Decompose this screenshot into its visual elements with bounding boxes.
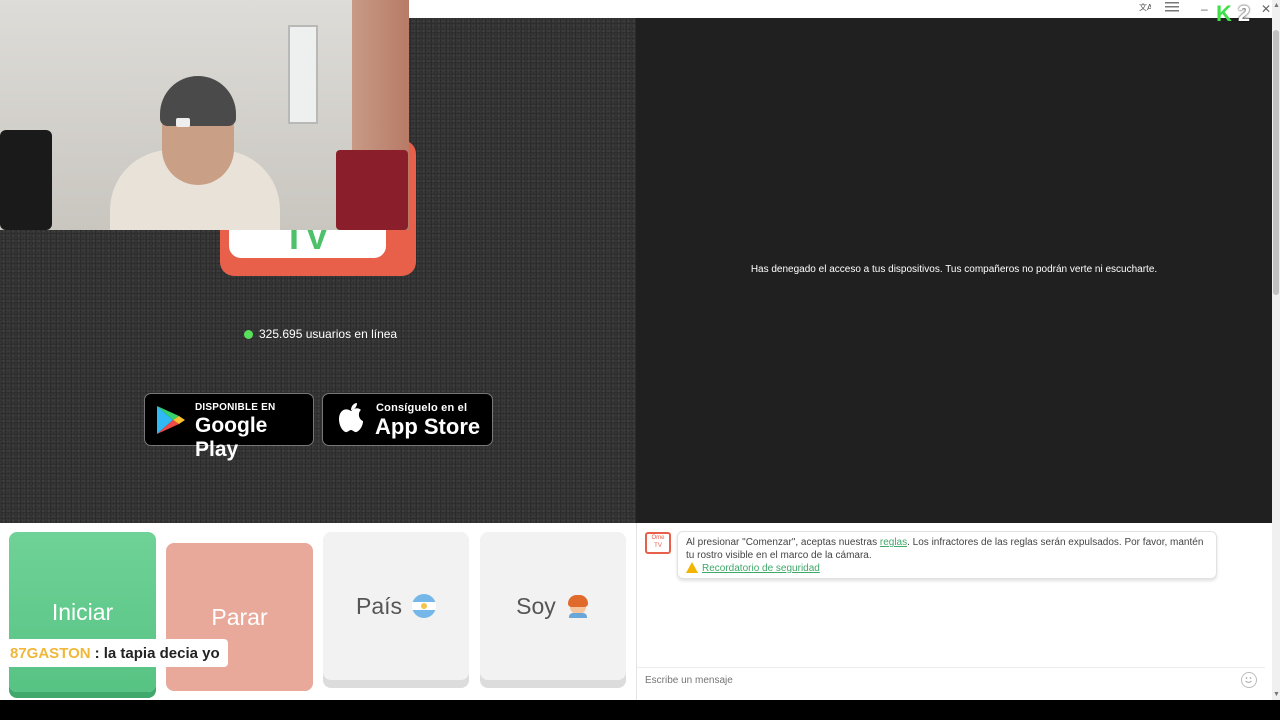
online-dot-icon (244, 329, 253, 339)
top-bar: 文A – ✕ (409, 0, 1272, 18)
country-button[interactable]: País (323, 532, 469, 680)
close-button[interactable]: ✕ (1261, 1, 1271, 17)
start-button[interactable]: Iniciar (9, 532, 156, 692)
app-window: 文A – ✕ TV 325.695 usuarios en línea DISP… (0, 0, 1272, 700)
google-play-badge[interactable]: DISPONIBLE EN Google Play (144, 393, 314, 461)
device-access-denied-message: Has denegado el acceso a tus dispositivo… (750, 264, 1158, 275)
chat-panel: Ome TV Al presionar "Comenzar", aceptas … (636, 523, 1272, 700)
cap-logo-icon (176, 118, 190, 127)
webcam-sofa (0, 130, 52, 230)
app-logo-leg (246, 262, 268, 276)
webcam-overlay (0, 0, 409, 230)
boy-avatar-icon (566, 594, 590, 618)
scroll-up-icon[interactable]: ▲ (1273, 2, 1280, 9)
app-store-badge[interactable]: Consíguelo en el App Store (322, 393, 493, 446)
control-buttons: Iniciar Parar País Soy (0, 523, 636, 700)
chat-logo-text: Ome TV (651, 535, 665, 549)
safety-reminder-link[interactable]: Recordatorio de seguridad (702, 563, 820, 574)
translate-icon[interactable]: 文A (1139, 1, 1153, 17)
google-play-icon (155, 404, 187, 441)
app-store-small-text: Consíguelo en el (376, 402, 468, 414)
message-input-row (637, 667, 1265, 692)
stream-chat-comment: 87GASTON : la tapia decia yo (2, 639, 228, 667)
webcam-chair (336, 150, 408, 230)
app-logo-leg (368, 262, 390, 276)
watermark-k: K (1216, 1, 1232, 26)
comment-username: 87GASTON (10, 644, 91, 662)
k2-watermark: K 2 (1216, 1, 1251, 26)
watermark-number: 2 (1237, 1, 1251, 26)
gender-button-label: Soy (516, 592, 556, 619)
online-count-text: 325.695 usuarios en línea (259, 327, 398, 341)
ometv-logo-icon: Ome TV (645, 532, 671, 554)
scrollbar-thumb[interactable] (1273, 30, 1279, 295)
app-store-big-text: App Store (375, 414, 481, 439)
page-scrollbar[interactable]: ▲ ▼ (1272, 0, 1280, 700)
argentina-flag-icon (412, 594, 437, 618)
partner-video-panel: Has denegado el acceso a tus dispositivo… (636, 18, 1272, 523)
warning-icon (686, 562, 698, 573)
rules-link[interactable]: reglas (880, 537, 907, 548)
country-button-label: País (355, 592, 403, 619)
minimize-button[interactable]: – (1201, 1, 1208, 17)
svg-text:文A: 文A (1139, 2, 1151, 12)
rules-notice: Al presionar "Comenzar", aceptas nuestra… (677, 531, 1217, 579)
stop-button[interactable]: Parar (166, 543, 313, 691)
emoji-icon[interactable] (1241, 672, 1257, 688)
menu-icon[interactable] (1165, 1, 1179, 17)
webcam-door (288, 25, 318, 124)
online-count: 325.695 usuarios en línea (244, 327, 397, 341)
scroll-down-icon[interactable]: ▼ (1273, 691, 1280, 698)
google-play-small-text: DISPONIBLE EN (195, 402, 276, 413)
start-button-label: Iniciar (51, 598, 114, 625)
google-play-big-text: Google Play (195, 414, 268, 461)
gender-button[interactable]: Soy (480, 532, 626, 680)
stop-button-label: Parar (211, 603, 268, 630)
apple-icon (337, 402, 365, 439)
comment-text: : la tapia decia yo (94, 644, 220, 662)
message-input[interactable] (637, 668, 1227, 692)
notice-text-before: Al presionar "Comenzar", aceptas nuestra… (686, 537, 880, 548)
